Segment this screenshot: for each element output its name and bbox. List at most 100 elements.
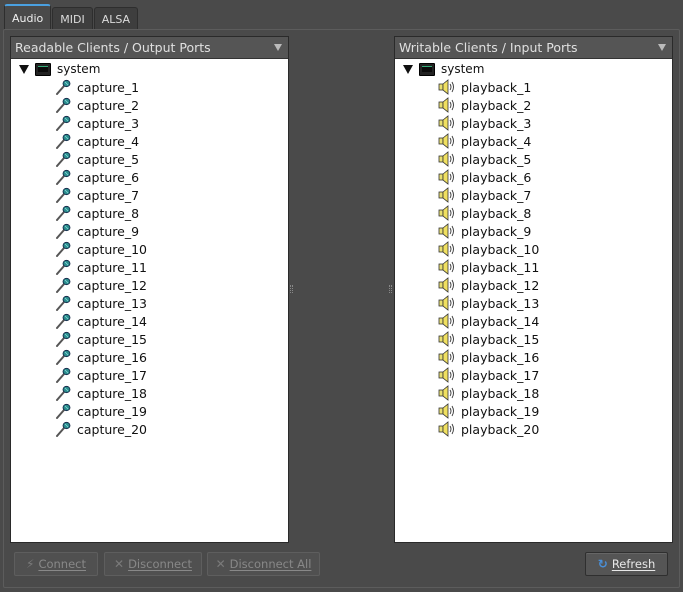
connect-button[interactable]: ⚡ Connect bbox=[14, 552, 98, 576]
tab-midi[interactable]: MIDI bbox=[52, 7, 93, 30]
input-port-item[interactable]: playback_17 bbox=[395, 366, 672, 384]
splitter-handle-right[interactable] bbox=[389, 285, 392, 293]
client-name: system bbox=[57, 62, 101, 76]
tab-alsa[interactable]: ALSA bbox=[93, 7, 139, 30]
refresh-button[interactable]: ↻ Refresh bbox=[585, 552, 668, 576]
input-port-item[interactable]: playback_13 bbox=[395, 294, 672, 312]
port-name: playback_5 bbox=[461, 151, 532, 167]
port-name: capture_10 bbox=[77, 241, 148, 257]
disconnect-button[interactable]: ✕ Disconnect bbox=[104, 552, 202, 576]
dropdown-arrow-icon[interactable] bbox=[658, 44, 666, 51]
port-name: playback_19 bbox=[461, 403, 540, 419]
input-port-item[interactable]: playback_9 bbox=[395, 222, 672, 240]
microphone-icon bbox=[54, 205, 72, 221]
speaker-icon bbox=[438, 331, 456, 347]
system-client-icon bbox=[419, 62, 435, 76]
port-name: playback_17 bbox=[461, 367, 540, 383]
speaker-icon bbox=[438, 151, 456, 167]
tab-audio[interactable]: Audio bbox=[4, 4, 52, 30]
port-name: capture_6 bbox=[77, 169, 140, 185]
port-name: capture_12 bbox=[77, 277, 148, 293]
port-name: capture_17 bbox=[77, 367, 148, 383]
input-port-item[interactable]: playback_20 bbox=[395, 420, 672, 438]
microphone-icon bbox=[54, 79, 72, 95]
output-port-item[interactable]: capture_4 bbox=[11, 132, 288, 150]
microphone-icon bbox=[54, 421, 72, 437]
microphone-icon bbox=[54, 385, 72, 401]
input-port-item[interactable]: playback_18 bbox=[395, 384, 672, 402]
output-port-item[interactable]: capture_20 bbox=[11, 420, 288, 438]
client-system-output[interactable]: system bbox=[11, 60, 288, 78]
output-port-item[interactable]: capture_18 bbox=[11, 384, 288, 402]
output-port-item[interactable]: capture_1 bbox=[11, 78, 288, 96]
speaker-icon bbox=[438, 97, 456, 113]
input-port-item[interactable]: playback_19 bbox=[395, 402, 672, 420]
output-port-item[interactable]: capture_19 bbox=[11, 402, 288, 420]
readable-clients-header[interactable]: Readable Clients / Output Ports bbox=[11, 37, 288, 59]
input-port-item[interactable]: playback_3 bbox=[395, 114, 672, 132]
input-port-item[interactable]: playback_14 bbox=[395, 312, 672, 330]
port-name: playback_14 bbox=[461, 313, 540, 329]
port-name: capture_2 bbox=[77, 97, 140, 113]
input-port-item[interactable]: playback_8 bbox=[395, 204, 672, 222]
microphone-icon bbox=[54, 97, 72, 113]
output-port-item[interactable]: capture_13 bbox=[11, 294, 288, 312]
output-port-item[interactable]: capture_7 bbox=[11, 186, 288, 204]
input-port-item[interactable]: playback_11 bbox=[395, 258, 672, 276]
system-client-icon bbox=[35, 62, 51, 76]
input-port-item[interactable]: playback_16 bbox=[395, 348, 672, 366]
port-name: playback_18 bbox=[461, 385, 540, 401]
input-port-item[interactable]: playback_5 bbox=[395, 150, 672, 168]
speaker-icon bbox=[438, 169, 456, 185]
input-port-item[interactable]: playback_4 bbox=[395, 132, 672, 150]
output-port-item[interactable]: capture_17 bbox=[11, 366, 288, 384]
input-port-item[interactable]: playback_6 bbox=[395, 168, 672, 186]
input-port-item[interactable]: playback_12 bbox=[395, 276, 672, 294]
writable-clients-header[interactable]: Writable Clients / Input Ports bbox=[395, 37, 672, 59]
microphone-icon bbox=[54, 403, 72, 419]
output-port-item[interactable]: capture_14 bbox=[11, 312, 288, 330]
output-port-item[interactable]: capture_3 bbox=[11, 114, 288, 132]
speaker-icon bbox=[438, 295, 456, 311]
expand-arrow-icon[interactable] bbox=[19, 64, 29, 74]
output-port-item[interactable]: capture_9 bbox=[11, 222, 288, 240]
dropdown-arrow-icon[interactable] bbox=[274, 44, 282, 51]
speaker-icon bbox=[438, 115, 456, 131]
port-name: playback_3 bbox=[461, 115, 532, 131]
output-port-item[interactable]: capture_12 bbox=[11, 276, 288, 294]
output-port-item[interactable]: capture_5 bbox=[11, 150, 288, 168]
disconnect-all-button[interactable]: ✕ Disconnect All bbox=[207, 552, 320, 576]
expand-arrow-icon[interactable] bbox=[403, 64, 413, 74]
speaker-icon bbox=[438, 259, 456, 275]
port-name: capture_7 bbox=[77, 187, 140, 203]
output-port-item[interactable]: capture_16 bbox=[11, 348, 288, 366]
port-name: playback_8 bbox=[461, 205, 532, 221]
readable-clients-title: Readable Clients / Output Ports bbox=[15, 40, 211, 55]
input-port-item[interactable]: playback_10 bbox=[395, 240, 672, 258]
port-name: playback_6 bbox=[461, 169, 532, 185]
microphone-icon bbox=[54, 115, 72, 131]
input-port-item[interactable]: playback_7 bbox=[395, 186, 672, 204]
readable-clients-list[interactable]: system capture_1 capture_2 capture_3 captur… bbox=[11, 59, 288, 542]
port-name: capture_15 bbox=[77, 331, 148, 347]
client-system-input[interactable]: system bbox=[395, 60, 672, 78]
output-port-item[interactable]: capture_8 bbox=[11, 204, 288, 222]
port-name: capture_4 bbox=[77, 133, 140, 149]
refresh-icon: ↻ bbox=[597, 557, 608, 571]
port-name: capture_1 bbox=[77, 79, 140, 95]
output-port-item[interactable]: capture_11 bbox=[11, 258, 288, 276]
port-name: capture_13 bbox=[77, 295, 148, 311]
writable-clients-panel: Writable Clients / Input Ports system pl… bbox=[394, 36, 673, 543]
speaker-icon bbox=[438, 223, 456, 239]
output-port-item[interactable]: capture_10 bbox=[11, 240, 288, 258]
input-port-item[interactable]: playback_15 bbox=[395, 330, 672, 348]
output-port-item[interactable]: capture_6 bbox=[11, 168, 288, 186]
output-port-item[interactable]: capture_15 bbox=[11, 330, 288, 348]
microphone-icon bbox=[54, 133, 72, 149]
writable-clients-list[interactable]: system playback_1 playback_2 playback_3 pla… bbox=[395, 59, 672, 542]
input-port-item[interactable]: playback_1 bbox=[395, 78, 672, 96]
splitter-handle-left[interactable] bbox=[290, 285, 293, 293]
output-port-item[interactable]: capture_2 bbox=[11, 96, 288, 114]
input-port-item[interactable]: playback_2 bbox=[395, 96, 672, 114]
writable-clients-title: Writable Clients / Input Ports bbox=[399, 40, 578, 55]
